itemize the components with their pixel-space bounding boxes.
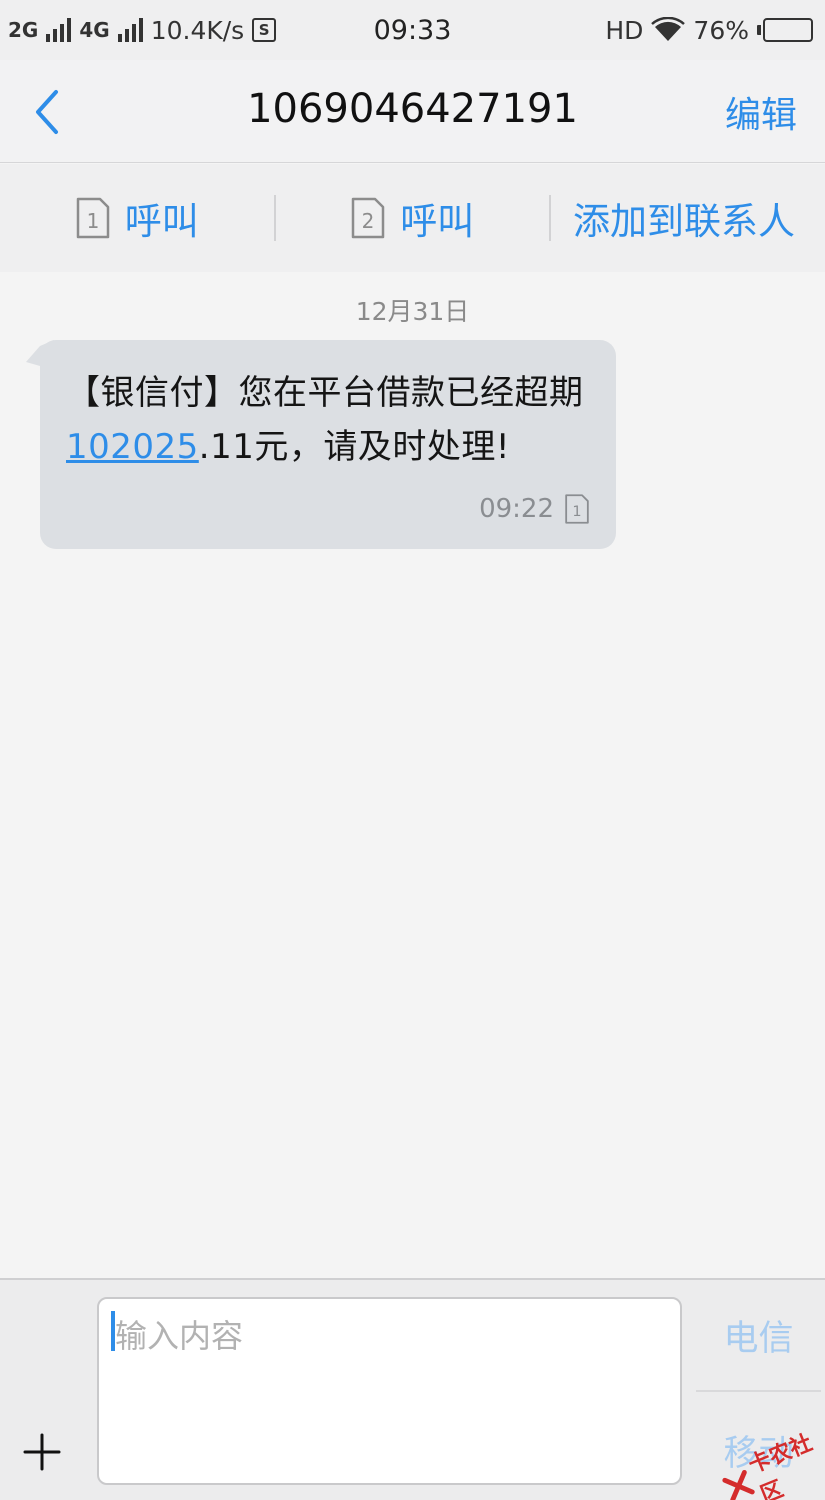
plus-icon[interactable]: [22, 1432, 62, 1472]
input-placeholder: 输入内容: [115, 1317, 244, 1355]
sim-number: 2: [362, 209, 375, 233]
network-speed: 10.4K/s: [150, 15, 245, 45]
page-title: 1069046427191: [247, 86, 578, 132]
hd-label: HD: [605, 15, 644, 45]
call-sim2-label: 呼叫: [400, 200, 475, 243]
message-bubble[interactable]: 【银信付】您在平台借款已经超期 102025.11元，请及时处理! 09:22 1: [40, 340, 616, 549]
message-text: 【银信付】您在平台借款已经超期 102025.11元，请及时处理!: [66, 366, 590, 474]
message-time: 09:22: [479, 494, 554, 524]
status-bar: 2G 4G 10.4K/s S 09:33 HD 76%: [0, 0, 825, 60]
network-2g-label: 2G: [8, 18, 39, 42]
sim-card-icon: 1: [565, 494, 589, 524]
wifi-icon: [651, 17, 686, 41]
signal-bars-icon: [46, 18, 72, 42]
edit-button[interactable]: 编辑: [725, 86, 797, 138]
title-bar: 1069046427191 编辑: [0, 60, 825, 163]
call-sim1-label: 呼叫: [124, 200, 199, 243]
sim-card-icon: 1: [76, 197, 109, 239]
status-right: HD 76%: [605, 16, 813, 45]
status-left: 2G 4G 10.4K/s S: [8, 15, 277, 45]
contact-action-bar: 1 呼叫 2 呼叫 添加到联系人: [0, 164, 825, 272]
sim-number: 1: [86, 209, 99, 233]
battery-icon: [757, 18, 813, 42]
message-text-before: 【银信付】您在平台借款已经超期: [66, 373, 584, 413]
sim-card-icon: 2: [352, 197, 385, 239]
amount-link[interactable]: 102025: [66, 427, 199, 467]
date-separator: 12月31日: [355, 297, 470, 326]
signal-bars-icon: [117, 18, 143, 42]
add-to-contacts-button[interactable]: 添加到联系人: [551, 191, 825, 245]
send-sim1-button[interactable]: 电信: [696, 1310, 821, 1361]
call-sim2-button[interactable]: 2 呼叫: [276, 191, 550, 245]
call-sim1-button[interactable]: 1 呼叫: [0, 191, 274, 245]
battery-percent: 76%: [693, 15, 749, 45]
s-notification-icon: S: [252, 18, 277, 42]
send-divider: [696, 1390, 821, 1392]
message-text-after: .11元，请及时处理!: [198, 427, 510, 467]
message-input[interactable]: 输入内容: [97, 1297, 682, 1485]
sim-number: 1: [572, 504, 581, 520]
message-meta: 09:22 1: [479, 493, 590, 525]
network-4g-label: 4G: [79, 18, 110, 42]
